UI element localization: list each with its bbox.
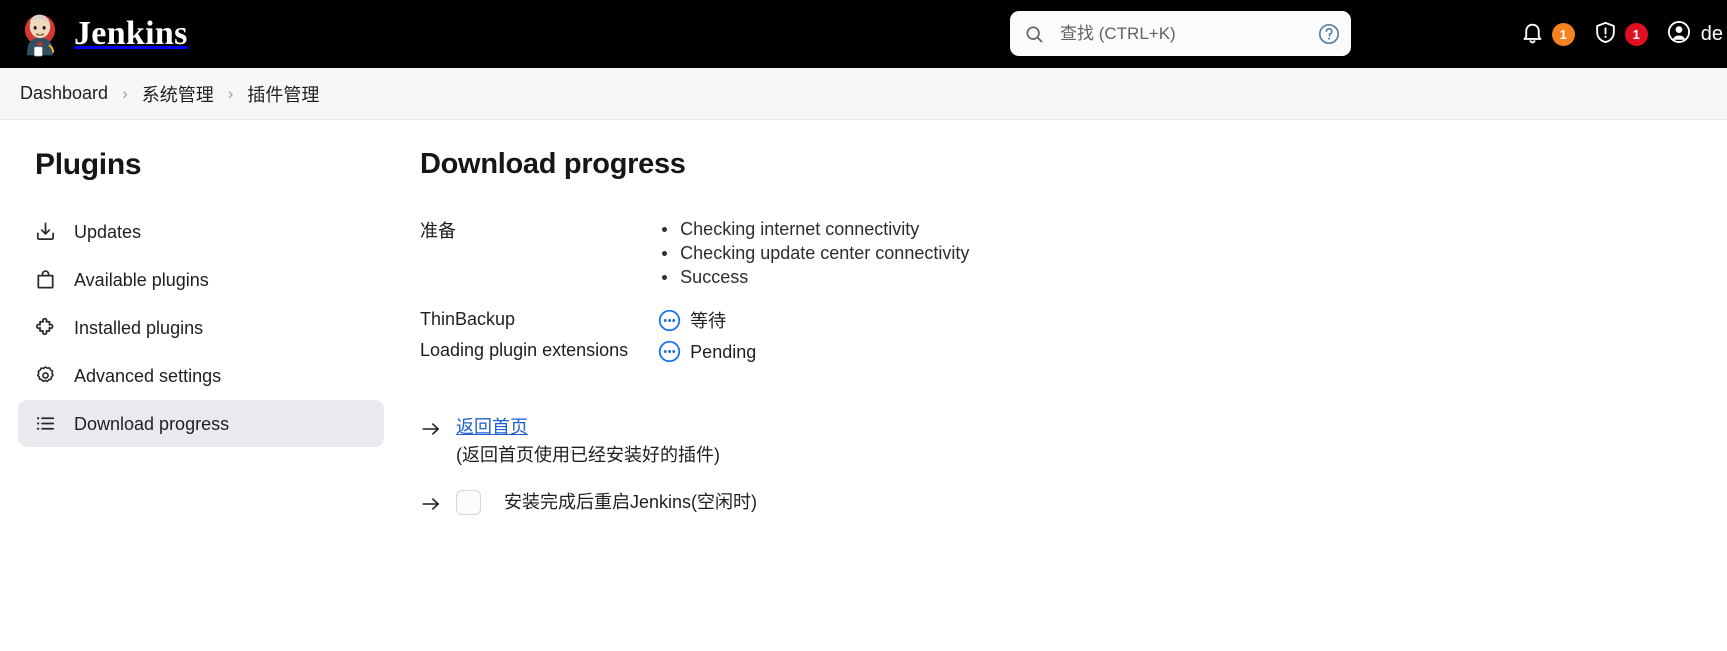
sidebar-item-label: Updates: [74, 221, 142, 242]
download-progress-table: 准备 Checking internet connectivity Checki…: [420, 217, 969, 363]
table-row: Loading plugin extensions Pending: [420, 332, 969, 363]
notifications-count-badge: 1: [1551, 22, 1575, 46]
user-menu-button[interactable]: de: [1657, 0, 1727, 68]
restart-after-install-checkbox[interactable]: [456, 489, 481, 515]
top-bar-actions: 1 1 de: [1511, 0, 1727, 68]
user-circle-icon: [1666, 19, 1692, 50]
sidebar-item-label: Available plugins: [74, 269, 209, 290]
brand-title: Jenkins: [74, 15, 188, 52]
status-label: Pending: [690, 341, 757, 362]
security-count-badge: 1: [1624, 22, 1648, 46]
progress-row-status: Checking internet connectivity Checking …: [658, 217, 969, 289]
table-row: 准备 Checking internet connectivity Checki…: [420, 217, 969, 289]
list-item: Success: [658, 265, 969, 289]
restart-after-install-label[interactable]: 安装完成后重启Jenkins(空闲时): [504, 493, 757, 511]
sidebar-item-updates[interactable]: Updates: [18, 208, 384, 255]
breadcrumb: Dashboard › 系统管理 › 插件管理: [0, 68, 1727, 120]
list-item: Checking update center connectivity: [658, 241, 969, 265]
restart-action: 安装完成后重启Jenkins(空闲时): [420, 489, 1703, 515]
notifications-button[interactable]: 1: [1511, 0, 1584, 68]
breadcrumb-separator-icon: ›: [227, 83, 234, 103]
sidebar-item-advanced-settings[interactable]: Advanced settings: [18, 352, 384, 399]
go-home-link[interactable]: 返回首页: [456, 415, 720, 439]
go-home-action: 返回首页 (返回首页使用已经安装好的插件): [420, 415, 1703, 468]
shopping-bag-icon: [34, 268, 57, 291]
go-home-hint: (返回首页使用已经安装好的插件): [456, 445, 720, 466]
list-item: Checking internet connectivity: [658, 217, 969, 241]
search-input[interactable]: [1044, 23, 1317, 44]
sidebar-item-available-plugins[interactable]: Available plugins: [18, 256, 384, 303]
progress-row-name: 准备: [420, 221, 456, 241]
sidebar-item-label: Advanced settings: [74, 365, 222, 386]
go-home-body: 返回首页 (返回首页使用已经安装好的插件): [456, 415, 720, 468]
status-bullet-list: Checking internet connectivity Checking …: [658, 217, 969, 289]
sidebar-item-label: Installed plugins: [74, 317, 204, 338]
pending-dots-icon: [658, 309, 681, 332]
bell-icon: [1520, 20, 1545, 48]
top-navigation-bar: Jenkins 1: [0, 0, 1727, 68]
main-content: Download progress 准备 Checking internet c…: [400, 120, 1727, 515]
download-tray-icon: [34, 220, 57, 243]
search-icon: [1024, 24, 1044, 44]
sidebar-item-download-progress[interactable]: Download progress: [18, 400, 384, 447]
page-body: Plugins Updates Available plugins Instal…: [0, 120, 1727, 650]
action-area: 返回首页 (返回首页使用已经安装好的插件) 安装完成后重启Jenkins(空闲时…: [420, 415, 1703, 515]
puzzle-piece-icon: [34, 316, 57, 339]
progress-row-status: 等待: [658, 289, 969, 332]
shield-warning-icon: [1593, 20, 1618, 48]
jenkins-home-link[interactable]: Jenkins: [18, 11, 188, 57]
security-warnings-button[interactable]: 1: [1584, 0, 1657, 68]
breadcrumb-item-plugin-management[interactable]: 插件管理: [247, 81, 319, 107]
progress-row-name: Loading plugin extensions: [420, 340, 629, 360]
progress-row-name: ThinBackup: [420, 309, 516, 329]
breadcrumb-item-system-management[interactable]: 系统管理: [142, 81, 214, 107]
user-name-label: de: [1700, 22, 1723, 45]
status-badge: Pending: [658, 340, 969, 363]
page-title: Download progress: [420, 148, 686, 180]
breadcrumb-item-dashboard[interactable]: Dashboard: [20, 83, 108, 104]
progress-row-status: Pending: [658, 332, 969, 363]
sidebar-item-label: Download progress: [74, 413, 230, 434]
arrow-right-icon: [420, 418, 442, 440]
jenkins-butler-logo: [18, 11, 62, 57]
breadcrumb-separator-icon: ›: [122, 83, 128, 103]
list-icon: [34, 412, 57, 435]
status-label: 等待: [690, 310, 727, 331]
plugins-sidebar: Plugins Updates Available plugins Instal…: [0, 120, 400, 448]
help-circle-icon[interactable]: [1317, 22, 1341, 46]
arrow-right-icon: [420, 493, 442, 515]
status-badge: 等待: [658, 309, 969, 332]
sidebar-item-installed-plugins[interactable]: Installed plugins: [18, 304, 384, 351]
global-search-box[interactable]: [1010, 11, 1351, 56]
sidebar-title: Plugins: [35, 148, 142, 181]
table-row: ThinBackup 等待: [420, 289, 969, 332]
gear-icon: [34, 364, 57, 387]
pending-dots-icon: [658, 340, 681, 363]
